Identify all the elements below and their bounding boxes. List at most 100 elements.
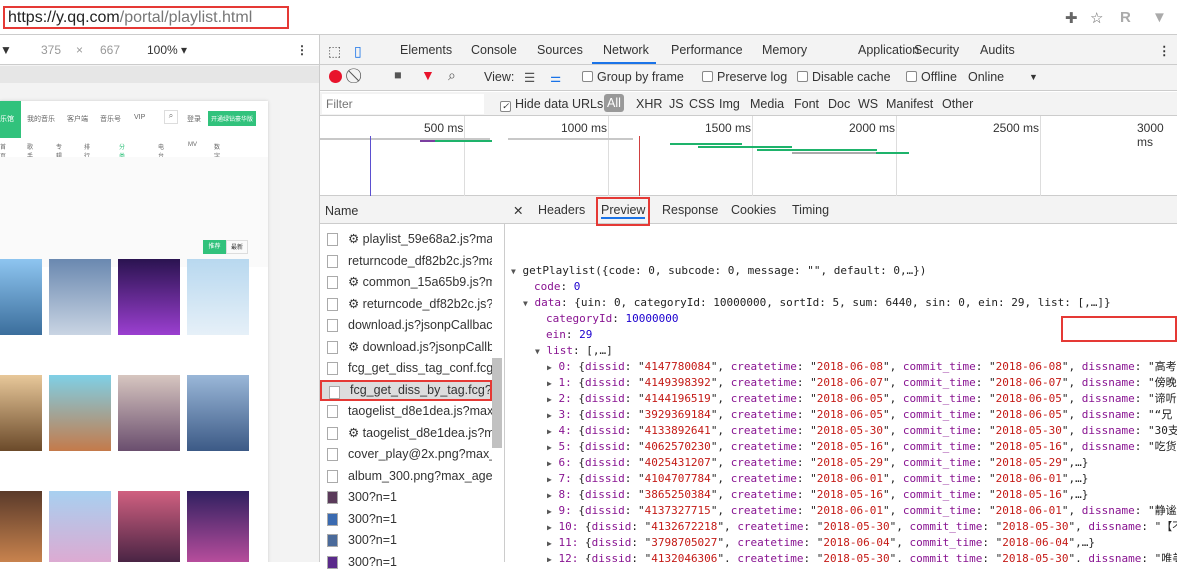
screenshot-icon[interactable]: ■ (394, 68, 402, 82)
request-row[interactable]: 300?n=1 (320, 487, 492, 508)
request-row[interactable]: 300?n=1 (320, 509, 492, 530)
list-view-icon[interactable]: ☰ (524, 70, 535, 85)
tab-console[interactable]: Console (471, 43, 517, 57)
json-root[interactable]: ▼ getPlaylist({code: 0, subcode: 0, mess… (511, 263, 926, 280)
group-by-frame-checkbox[interactable]: Group by frame (582, 70, 684, 84)
json-list-item[interactable]: ▶ 6: {dissid: "4025431207", createtime: … (547, 455, 1088, 472)
record-icon[interactable] (329, 70, 342, 83)
r-icon[interactable]: R (1120, 9, 1131, 26)
name-column-header[interactable]: Name (320, 196, 505, 224)
nav-item[interactable]: 音乐号 (100, 114, 121, 124)
json-list-item[interactable]: ▶ 9: {dissid: "4137327715", createtime: … (547, 503, 1177, 520)
playlist-cover[interactable] (187, 259, 249, 335)
device-width[interactable]: 375 (41, 43, 61, 57)
login-link[interactable]: 登录 (187, 114, 201, 124)
filter-img[interactable]: Img (719, 97, 740, 111)
filter-manifest[interactable]: Manifest (886, 97, 933, 111)
json-list-item[interactable]: ▶ 5: {dissid: "4062570230", createtime: … (547, 439, 1177, 456)
playlist-cover[interactable] (118, 259, 180, 335)
filter-input[interactable] (322, 94, 484, 114)
json-list-item[interactable]: ▶ 11: {dissid: "3798705027", createtime:… (547, 535, 1095, 552)
request-row[interactable]: fcg_get_diss_by_tag.fcg?pic (320, 379, 492, 401)
throttling-select[interactable]: Online (968, 70, 1004, 84)
scrollbar[interactable] (492, 358, 502, 448)
filter-all[interactable]: All (604, 94, 624, 112)
request-row[interactable]: fcg_get_diss_tag_conf.fcg?g (320, 358, 492, 379)
extension-icon[interactable]: ✚ (1065, 9, 1078, 27)
playlist-cover[interactable] (49, 375, 111, 451)
json-list-item[interactable]: ▶ 1: {dissid: "4149398392", createtime: … (547, 375, 1177, 392)
request-row[interactable]: 300?n=1 (320, 530, 492, 551)
sort-latest[interactable]: 最新 (226, 240, 248, 254)
more-icon[interactable]: ⋮ (296, 43, 308, 57)
filter-icon[interactable]: ▼ (421, 67, 435, 83)
tab-security[interactable]: Security (914, 43, 959, 57)
filter-media[interactable]: Media (750, 97, 784, 111)
filter-ws[interactable]: WS (858, 97, 878, 111)
request-row[interactable]: returncode_df82b2c.js?max (320, 251, 492, 272)
tab-audits[interactable]: Audits (980, 43, 1015, 57)
preserve-log-checkbox[interactable]: Preserve log (702, 70, 787, 84)
playlist-cover[interactable] (49, 259, 111, 335)
playlist-cover[interactable] (49, 491, 111, 562)
filter-doc[interactable]: Doc (828, 97, 850, 111)
request-row[interactable]: download.js?jsonpCallback. (320, 315, 492, 336)
v-icon[interactable]: ▼ (1152, 9, 1167, 26)
offline-checkbox[interactable]: Offline (906, 70, 957, 84)
request-row[interactable]: ⚙ returncode_df82b2c.js?m (320, 294, 492, 315)
waterfall-view-icon[interactable]: ⚌ (550, 70, 561, 85)
playlist-cover[interactable] (187, 491, 249, 562)
sort-recommend[interactable]: 推荐 (203, 240, 226, 254)
filter-xhr[interactable]: XHR (636, 97, 662, 111)
request-row[interactable]: album_300.png?max_age=3 (320, 466, 492, 487)
zoom-select[interactable]: 100% ▾ (147, 43, 187, 57)
hide-data-urls-checkbox[interactable]: ✓ Hide data URLs (500, 97, 603, 112)
search-icon[interactable]: ⌕ (164, 110, 178, 124)
json-list-item[interactable]: ▶ 8: {dissid: "3865250384", createtime: … (547, 487, 1088, 504)
json-list-item[interactable]: ▶ 0: {dissid: "4147780084", createtime: … (547, 359, 1177, 376)
search-icon[interactable]: ⌕ (448, 67, 456, 84)
device-height[interactable]: 667 (100, 43, 120, 57)
tab-sources[interactable]: Sources (537, 43, 583, 57)
nav-item[interactable]: 客户端 (67, 114, 88, 124)
filter-css[interactable]: CSS (689, 97, 715, 111)
json-list-item[interactable]: ▶ 10: {dissid: "4132672218", createtime:… (547, 519, 1177, 536)
filter-js[interactable]: JS (669, 97, 684, 111)
request-row[interactable]: ⚙ playlist_59e68a2.js?max_ (320, 229, 492, 250)
playlist-cover[interactable] (187, 375, 249, 451)
request-row[interactable]: ⚙ common_15a65b9.js?ma (320, 272, 492, 293)
vip-button[interactable]: 开通绿钻豪华版 (208, 111, 257, 126)
tab-application[interactable]: Application (858, 43, 919, 57)
request-row[interactable]: 300?n=1 (320, 552, 492, 573)
playlist-cover[interactable] (0, 259, 42, 335)
json-list[interactable]: ▼ list: [,…] (535, 343, 613, 360)
request-row[interactable]: ⚙ taogelist_d8e1dea.js?max (320, 423, 492, 444)
playlist-cover[interactable] (118, 375, 180, 451)
tab-network[interactable]: Network (603, 43, 649, 57)
json-data[interactable]: ▼ data: {uin: 0, categoryId: 10000000, s… (523, 295, 1111, 312)
star-icon[interactable]: ☆ (1090, 9, 1103, 27)
nav-item[interactable]: 我的音乐 (27, 114, 55, 124)
filter-other[interactable]: Other (942, 97, 973, 111)
playlist-cover[interactable] (0, 491, 42, 562)
request-row[interactable]: cover_play@2x.png?max_ag (320, 444, 492, 465)
playlist-cover[interactable] (0, 375, 42, 451)
device-toggle-icon[interactable]: ▯ (354, 43, 362, 60)
more-icon[interactable]: ⋮ (1158, 43, 1171, 58)
request-row[interactable]: taogelist_d8e1dea.js?max_a (320, 401, 492, 422)
throttling-dropdown-icon[interactable]: ▼ (1029, 72, 1038, 82)
playlist-cover[interactable] (118, 491, 180, 562)
inspect-icon[interactable]: ⬚ (328, 43, 341, 60)
request-row[interactable]: ⚙ download.js?jsonpCallba (320, 337, 492, 358)
timeline-overview[interactable]: 500 ms 1000 ms 1500 ms 2000 ms 2500 ms 3… (320, 116, 1177, 196)
nav-item[interactable]: 乐馆 (0, 101, 21, 138)
json-list-item[interactable]: ▶ 7: {dissid: "4104707784", createtime: … (547, 471, 1088, 488)
nav-item[interactable]: VIP (134, 114, 145, 121)
url-field[interactable]: https://y.qq.com/portal/playlist.html (3, 6, 289, 29)
subnav-item[interactable]: MV (188, 142, 197, 148)
tab-performance[interactable]: Performance (671, 43, 743, 57)
json-list-item[interactable]: ▶ 4: {dissid: "4133892641", createtime: … (547, 423, 1177, 440)
disable-cache-checkbox[interactable]: Disable cache (797, 70, 891, 84)
filter-font[interactable]: Font (794, 97, 819, 111)
json-list-item[interactable]: ▶ 2: {dissid: "4144196519", createtime: … (547, 391, 1177, 408)
